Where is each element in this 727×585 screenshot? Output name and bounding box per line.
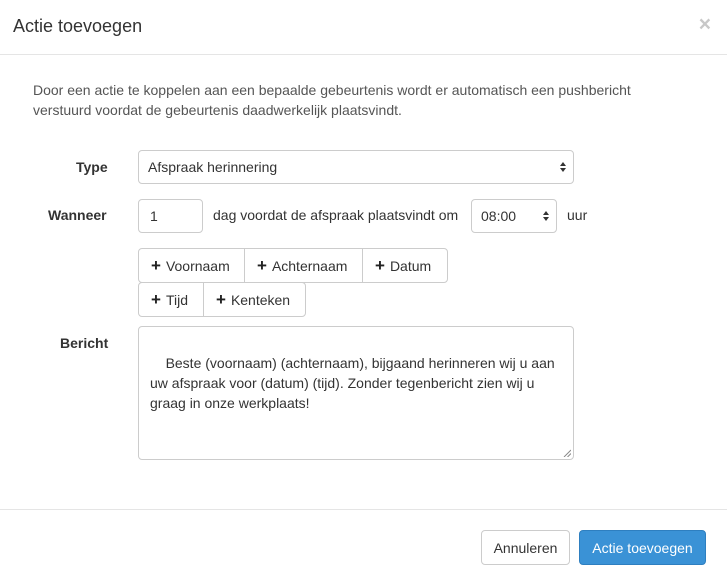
insert-tijd-button[interactable]: + Tijd	[138, 282, 204, 317]
time-select[interactable]: 08:00	[471, 199, 557, 233]
add-action-button[interactable]: Actie toevoegen	[579, 530, 706, 565]
type-select-value: Afspraak herinnering	[148, 159, 278, 175]
type-label: Type	[76, 159, 108, 175]
wanneer-label: Wanneer	[48, 207, 107, 223]
message-textarea[interactable]: Beste (voornaam) (achternaam), bijgaand …	[138, 326, 574, 460]
select-arrows-icon	[542, 211, 549, 221]
insert-kenteken-button[interactable]: + Kenteken	[203, 282, 306, 317]
placeholder-button-group-2: + Tijd + Kenteken	[138, 282, 306, 317]
placeholder-button-group-1: + Voornaam + Achternaam + Datum	[138, 248, 448, 283]
insert-tijd-label: Tijd	[165, 291, 188, 308]
insert-datum-button[interactable]: + Datum	[362, 248, 448, 283]
close-icon[interactable]: ×	[699, 14, 711, 35]
days-input[interactable]: 1	[138, 199, 203, 233]
message-textarea-value: Beste (voornaam) (achternaam), bijgaand …	[150, 355, 559, 411]
intro-text: Door een actie te koppelen aan een bepaa…	[33, 82, 631, 118]
uur-text: uur	[567, 207, 588, 223]
insert-kenteken-label: Kenteken	[230, 291, 291, 308]
plus-icon: +	[151, 255, 161, 275]
type-select[interactable]: Afspraak herinnering	[138, 150, 574, 184]
modal-footer: Annuleren Actie toevoegen	[0, 509, 727, 585]
insert-achternaam-button[interactable]: + Achternaam	[244, 248, 363, 283]
plus-icon: +	[151, 289, 161, 309]
insert-voornaam-button[interactable]: + Voornaam	[138, 248, 245, 283]
modal-header: Actie toevoegen ×	[0, 0, 727, 55]
select-arrows-icon	[559, 162, 566, 172]
cancel-button[interactable]: Annuleren	[481, 530, 570, 565]
plus-icon: +	[257, 255, 267, 275]
insert-datum-label: Datum	[389, 257, 432, 274]
days-input-value: 1	[150, 208, 158, 224]
plus-icon: +	[216, 289, 226, 309]
plus-icon: +	[375, 255, 385, 275]
insert-achternaam-label: Achternaam	[271, 257, 348, 274]
bericht-label: Bericht	[60, 335, 109, 351]
modal-title: Actie toevoegen	[13, 16, 143, 36]
resize-grip-icon[interactable]	[563, 449, 571, 457]
time-select-value: 08:00	[481, 208, 517, 224]
insert-voornaam-label: Voornaam	[165, 257, 230, 274]
add-action-modal: Actie toevoegen × Door een actie te kopp…	[0, 0, 727, 585]
wanneer-middle-text: dag voordat de afspraak plaatsvindt om	[213, 207, 459, 223]
